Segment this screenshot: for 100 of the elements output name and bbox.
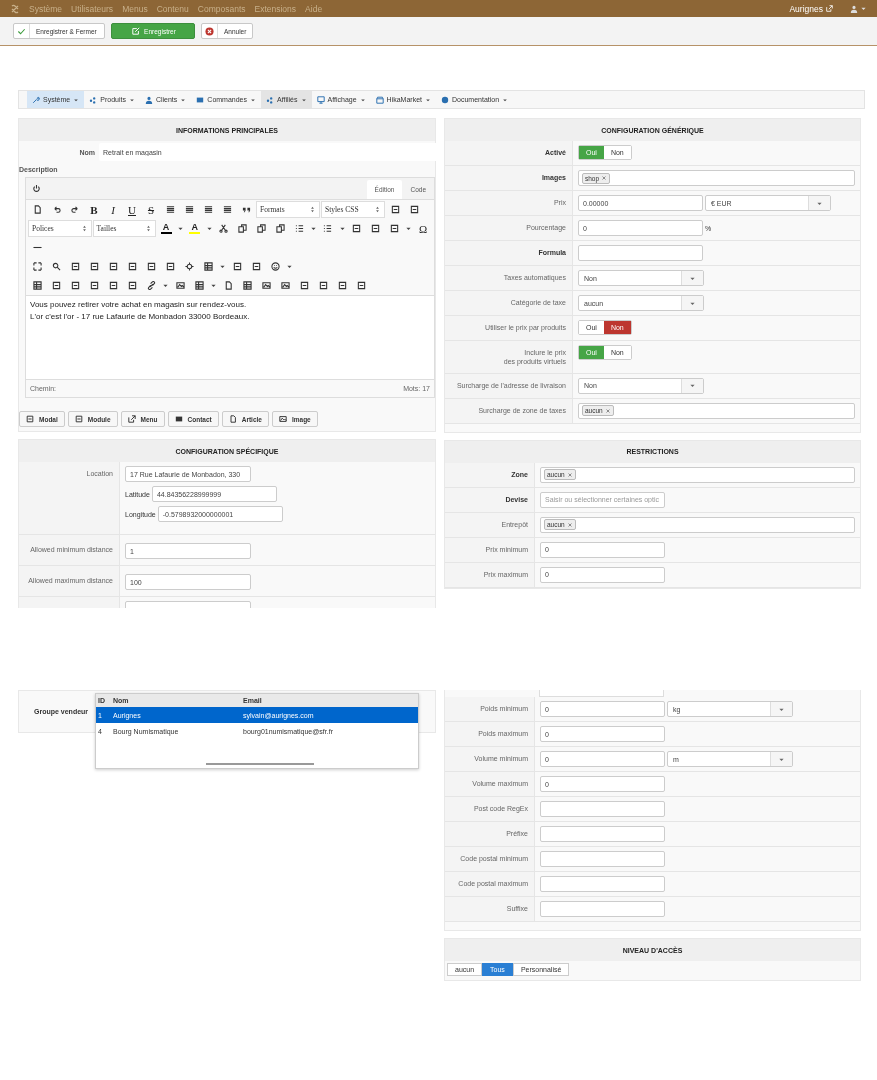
table-icon: [194, 281, 204, 290]
image-icon: [280, 281, 290, 290]
image-icon: [175, 281, 185, 290]
table-icon: [242, 281, 252, 290]
copy-icon: [256, 224, 266, 233]
caret-icon: [210, 282, 217, 289]
remove-icon: [566, 521, 573, 528]
caret-icon: [73, 96, 80, 103]
format-button[interactable]: U: [123, 201, 141, 218]
caret-icon: [205, 225, 213, 232]
color-button[interactable]: A: [157, 220, 175, 237]
editor-text: L'or c'est l'or - 17 rue Lafaurie de Monbadon 33000 Bordeaux.: [30, 311, 251, 323]
site-link[interactable]: Aurignes: [789, 3, 833, 14]
cancel-icon: [205, 26, 214, 36]
list-icon: [323, 224, 333, 233]
input-field[interactable]: [539, 690, 664, 697]
card-icon: [174, 415, 183, 423]
tool-icon: [51, 281, 61, 290]
remove-icon: [601, 175, 608, 181]
tool-icon: [337, 281, 347, 290]
caret-icon: [286, 263, 293, 270]
tool-icon: [390, 205, 400, 214]
image-icon: [261, 281, 271, 290]
copy-icon: [237, 224, 247, 233]
monitor-icon: [316, 95, 325, 104]
share-icon: [266, 95, 274, 104]
input-field[interactable]: [540, 876, 665, 892]
tool-icon: [89, 281, 99, 290]
remove-icon: [604, 407, 611, 414]
document-icon: [32, 205, 42, 214]
sort-icon: [309, 206, 316, 213]
tool-icon: [370, 224, 380, 233]
sort-icon: [145, 225, 153, 232]
copy-icon: [275, 224, 285, 233]
tool-icon: [89, 262, 99, 271]
document-icon: [223, 281, 233, 290]
store-icon: [375, 95, 384, 104]
sort-icon: [80, 225, 88, 232]
align-icon: [184, 205, 194, 214]
quote-icon: [241, 205, 251, 214]
tool-icon: [356, 281, 366, 290]
tool-icon: [352, 224, 362, 233]
caret-icon: [689, 382, 696, 390]
editor-text: Vous pouvez retirer votre achat en magasin sur rendez-vous.: [30, 299, 248, 311]
tool-icon: [70, 281, 80, 290]
list-icon: [294, 224, 304, 233]
caret-icon: [309, 225, 317, 232]
align-icon: [165, 205, 175, 214]
tool-icon: [127, 262, 137, 271]
format-button[interactable]: Ω: [414, 220, 432, 237]
tool-icon: [251, 262, 261, 271]
scrollbar[interactable]: [206, 763, 314, 765]
tool-icon: [318, 281, 328, 290]
wrench-icon: [32, 95, 40, 104]
share-icon: [89, 95, 98, 104]
caret-icon: [405, 225, 413, 232]
user-icon: [144, 95, 153, 104]
search-icon: [51, 262, 61, 271]
input-field[interactable]: [540, 901, 665, 917]
card-icon: [196, 95, 205, 104]
caret-icon: [250, 96, 256, 103]
remove-icon: [566, 471, 573, 478]
caret-icon: [176, 225, 184, 232]
color-button[interactable]: A: [185, 220, 204, 237]
format-button[interactable]: S: [142, 201, 160, 218]
caret-icon: [860, 5, 867, 12]
tool-icon: [74, 415, 83, 423]
align-icon: [203, 205, 213, 214]
input-field[interactable]: [578, 245, 703, 261]
edit-icon: [132, 27, 141, 35]
sort-icon: [374, 206, 381, 213]
format-button[interactable]: B: [85, 201, 103, 218]
caret-icon: [502, 96, 509, 103]
tool-icon: [70, 262, 80, 271]
input-field[interactable]: [540, 851, 665, 867]
link-icon: [146, 281, 156, 290]
caret-icon: [338, 225, 346, 232]
tool-icon: [409, 205, 419, 214]
tool-icon: [108, 281, 118, 290]
tool-icon: [127, 281, 137, 290]
caret-icon: [219, 263, 226, 270]
smiley-icon: [270, 262, 280, 271]
logo-icon: [10, 3, 20, 14]
format-button[interactable]: I: [104, 201, 122, 218]
input-field[interactable]: [540, 826, 665, 842]
tool-icon: [165, 262, 175, 271]
document-icon: [228, 415, 237, 423]
align-icon: [222, 205, 232, 214]
input-field[interactable]: [540, 801, 665, 817]
cut-icon: [219, 224, 229, 233]
caret-icon: [180, 96, 187, 103]
caret-icon: [162, 282, 169, 289]
caret-icon: [300, 96, 307, 103]
table-icon: [32, 281, 42, 290]
tool-icon: [299, 281, 309, 290]
tool-icon: [26, 415, 34, 423]
redo-icon: [70, 205, 80, 214]
tool-icon: [108, 262, 118, 271]
external-link-icon: [826, 5, 833, 12]
fullscreen-icon: [32, 262, 42, 271]
